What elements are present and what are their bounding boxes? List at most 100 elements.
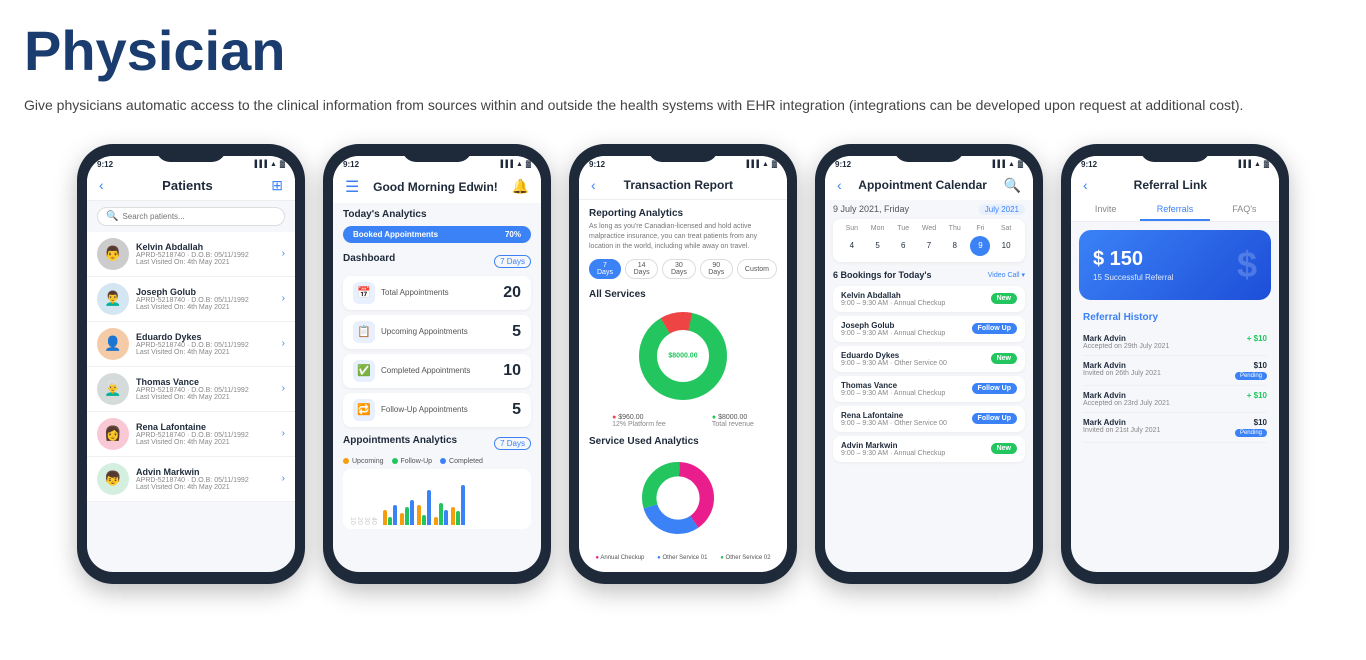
filter-tab-7days[interactable]: 7 Days: [589, 259, 621, 279]
list-item[interactable]: 👩 Rena Lafontaine APRD-5218740 · D.O.B: …: [87, 412, 295, 457]
booked-appointments-button[interactable]: Booked Appointments 70%: [343, 226, 531, 243]
notification-icon[interactable]: 🔔: [512, 178, 529, 195]
phone-4-wrapper: 9:12 ▐▐▐ ▲ ▓ ‹ Appointment Calendar 🔍 9 …: [815, 144, 1043, 584]
booking-item[interactable]: Kelvin Abdallah 9:00 – 9:30 AM · Annual …: [833, 286, 1025, 312]
cal-day-4[interactable]: 4: [842, 236, 862, 256]
search-icon[interactable]: 🔍: [1004, 177, 1021, 194]
chevron-right-icon: ›: [282, 428, 285, 439]
phone-4-icons: ▐▐▐ ▲ ▓: [990, 161, 1023, 168]
referral-amount-block: $ 150 15 Successful Referral: [1093, 248, 1173, 282]
day-mon: Mon: [865, 225, 891, 232]
booked-label: Booked Appointments: [353, 230, 438, 239]
page-description: Give physicians automatic access to the …: [24, 94, 1324, 116]
bar-group: [451, 485, 465, 525]
filter-tab-90days[interactable]: 90 Days: [700, 259, 733, 279]
legend-platform-fee: ● $960.0012% Platform fee: [612, 414, 666, 428]
booking-item[interactable]: Advin Markwin 9:00 – 9:30 AM · Annual Ch…: [833, 436, 1025, 462]
filter-tab-30days[interactable]: 30 Days: [662, 259, 695, 279]
list-item[interactable]: 👤 Eduardo Dykes APRD-5218740 · D.O.B: 05…: [87, 322, 295, 367]
phone-2-icons: ▐▐▐ ▲ ▓: [498, 161, 531, 168]
legend-completed: Completed: [440, 458, 483, 465]
list-item[interactable]: 👨‍🦱 Joseph Golub APRD-5218740 · D.O.B: 0…: [87, 277, 295, 322]
booking-item[interactable]: Joseph Golub 9:00 – 9:30 AM · Annual Che…: [833, 316, 1025, 342]
patient-visited: Last Visited On: 4th May 2021: [136, 394, 275, 401]
tab-referrals[interactable]: Referrals: [1140, 199, 1209, 221]
patient-detail: APRD-5218740 · D.O.B: 05/11/1992: [136, 387, 275, 394]
dashboard-content: Today's Analytics Booked Appointments 70…: [333, 203, 541, 572]
cal-day-9-active[interactable]: 9: [970, 236, 990, 256]
status-badge-new: New: [991, 293, 1017, 304]
back-icon[interactable]: ‹: [99, 177, 104, 193]
filter-icon[interactable]: ⊞: [271, 177, 283, 194]
back-icon[interactable]: ‹: [837, 177, 842, 193]
calendar-days-row: 4 5 6 7 8 9 10: [839, 236, 1019, 256]
phone-2-time: 9:12: [343, 160, 359, 169]
analytics-section: Appointments Analytics 7 Days Upcoming F…: [343, 435, 531, 529]
filter-tab-14days[interactable]: 14 Days: [625, 259, 658, 279]
donut-legend: ● $960.0012% Platform fee ● $8000.00Tota…: [589, 414, 777, 428]
patient-info: Eduardo Dykes APRD-5218740 · D.O.B: 05/1…: [136, 332, 275, 356]
patient-visited: Last Visited On: 4th May 2021: [136, 304, 275, 311]
phone-5-wrapper: 9:12 ▐▐▐ ▲ ▓ ‹ Referral Link Invite Refe…: [1061, 144, 1289, 584]
search-input[interactable]: [122, 212, 276, 221]
phone-3-notch: [648, 144, 718, 162]
booking-time: 9:00 – 9:30 AM · Annual Checkup: [841, 300, 991, 307]
pending-amount: $10: [1254, 361, 1267, 370]
phone-4-header: ‹ Appointment Calendar 🔍: [825, 171, 1033, 200]
phone-1-title: Patients: [162, 178, 213, 193]
legend-label: Upcoming: [352, 458, 384, 465]
patient-detail: APRD-5218740 · D.O.B: 05/11/1992: [136, 342, 275, 349]
patient-info: Rena Lafontaine APRD-5218740 · D.O.B: 05…: [136, 422, 275, 446]
phone-4-content: 9 July 2021, Friday July 2021 Sun Mon Tu…: [825, 200, 1033, 572]
battery-icon: ▓: [1264, 161, 1269, 168]
day-wed: Wed: [916, 225, 942, 232]
filter-tab-custom[interactable]: Custom: [737, 259, 777, 279]
list-item[interactable]: 👦 Advin Markwin APRD-5218740 · D.O.B: 05…: [87, 457, 295, 502]
tab-invite[interactable]: Invite: [1071, 199, 1140, 221]
cal-day-10[interactable]: 10: [996, 236, 1016, 256]
back-icon[interactable]: ‹: [591, 177, 596, 193]
todays-analytics-title: Today's Analytics: [343, 209, 531, 220]
menu-icon[interactable]: ☰: [345, 177, 359, 197]
tab-faqs[interactable]: FAQ's: [1210, 199, 1279, 221]
cal-day-7[interactable]: 7: [919, 236, 939, 256]
signal-icon: ▐▐▐: [1236, 161, 1251, 168]
all-services-title: All Services: [589, 289, 777, 300]
booking-name: Thomas Vance: [841, 381, 972, 390]
phone-5-icons: ▐▐▐ ▲ ▓: [1236, 161, 1269, 168]
list-item[interactable]: 👨 Kelvin Abdallah APRD-5218740 · D.O.B: …: [87, 232, 295, 277]
booking-info: Kelvin Abdallah 9:00 – 9:30 AM · Annual …: [841, 291, 991, 307]
phone-5: 9:12 ▐▐▐ ▲ ▓ ‹ Referral Link Invite Refe…: [1061, 144, 1289, 584]
battery-icon: ▓: [280, 161, 285, 168]
legend-dot-upcoming: [343, 458, 349, 464]
cal-day-5[interactable]: 5: [868, 236, 888, 256]
phone-1-screen: 9:12 ▐▐▐ ▲ ▓ ‹ Patients ⊞ 🔍: [87, 156, 295, 572]
cal-day-6[interactable]: 6: [893, 236, 913, 256]
list-item[interactable]: 👨‍🦳 Thomas Vance APRD-5218740 · D.O.B: 0…: [87, 367, 295, 412]
bar-completed: [461, 485, 465, 525]
cal-day-8[interactable]: 8: [945, 236, 965, 256]
bar-followup: [405, 507, 409, 525]
booking-item[interactable]: Eduardo Dykes 9:00 – 9:30 AM · Other Ser…: [833, 346, 1025, 372]
patient-detail: APRD-5218740 · D.O.B: 05/11/1992: [136, 252, 275, 259]
phone-1-wrapper: 9:12 ▐▐▐ ▲ ▓ ‹ Patients ⊞ 🔍: [77, 144, 305, 584]
phone-1-header: ‹ Patients ⊞: [87, 171, 295, 201]
avatar: 👩: [97, 418, 129, 450]
analytics-days-badge[interactable]: 7 Days: [494, 437, 531, 450]
day-sun: Sun: [839, 225, 865, 232]
month-badge[interactable]: July 2021: [979, 204, 1025, 215]
stat-left: 📋 Upcoming Appointments: [353, 321, 468, 343]
phone-4-title: Appointment Calendar: [858, 178, 987, 192]
calendar-date-header: 9 July 2021, Friday July 2021: [833, 200, 1025, 219]
stat-label: Upcoming Appointments: [381, 327, 468, 336]
chevron-right-icon: ›: [282, 473, 285, 484]
donut-label: $8000.00: [668, 353, 697, 360]
back-icon[interactable]: ‹: [1083, 177, 1088, 193]
history-item: Mark Advin Accepted on 29th July 2021 + …: [1083, 329, 1267, 356]
days-badge[interactable]: 7 Days: [494, 255, 531, 268]
phone-1-search[interactable]: 🔍: [97, 207, 285, 226]
stat-row-followup: 🔁 Follow-Up Appointments 5: [343, 393, 531, 427]
booking-item[interactable]: Rena Lafontaine 9:00 – 9:30 AM · Other S…: [833, 406, 1025, 432]
donut-chart-1: $8000.00: [633, 306, 733, 406]
booking-item[interactable]: Thomas Vance 9:00 – 9:30 AM · Annual Che…: [833, 376, 1025, 402]
